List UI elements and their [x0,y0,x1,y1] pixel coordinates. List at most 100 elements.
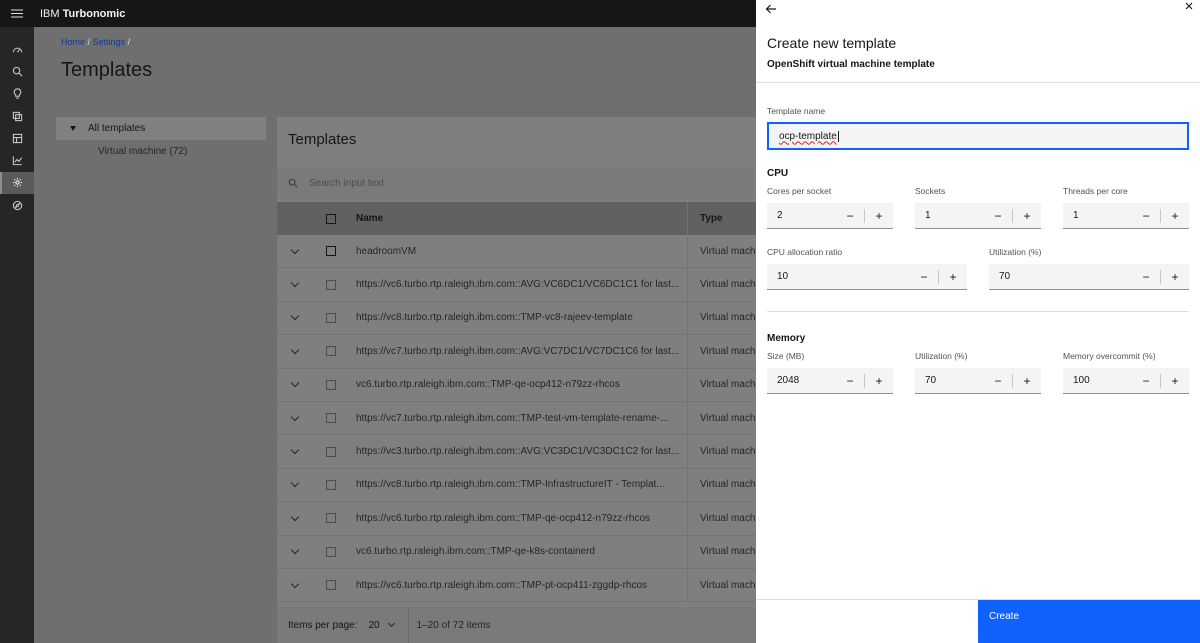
chart-icon[interactable] [0,149,34,171]
decrement-button[interactable]: − [1132,264,1160,290]
expand-row-chevron-icon[interactable] [290,278,300,288]
increment-button[interactable]: + [939,264,967,290]
expand-row-chevron-icon[interactable] [290,579,300,588]
tree-item-all-templates[interactable]: All templates [56,117,266,140]
footer-empty-area [756,600,978,643]
row-name: vc6.turbo.rtp.raleigh.ibm.com::TMP-qe-k8… [356,546,595,558]
expand-row-chevron-icon[interactable] [290,479,300,488]
expand-row-chevron-icon[interactable] [290,545,300,555]
increment-button[interactable]: + [1013,203,1041,229]
table-row[interactable]: headroomVM Virtual machine [277,235,767,269]
decrement-button[interactable]: − [984,368,1012,394]
expand-row-chevron-icon[interactable] [290,245,300,254]
increment-button[interactable]: + [1161,368,1189,394]
panel-title: Create new template [767,35,897,51]
create-button[interactable]: Create [978,600,1200,643]
search-input[interactable]: Search input text [277,167,755,199]
row-checkbox[interactable] [326,279,336,290]
table-row[interactable]: vc6.turbo.rtp.raleigh.ibm.com::TMP-qe-k8… [277,535,767,569]
table-row[interactable]: https://vc6.turbo.rtp.raleigh.ibm.com::T… [277,568,767,603]
expand-row-chevron-icon[interactable] [290,445,300,455]
template-name-input[interactable]: ocp-template [767,122,1189,150]
breadcrumb-home[interactable]: Home [61,37,85,47]
search-icon[interactable] [0,60,34,82]
column-header-name[interactable]: Name [349,213,687,224]
expand-row-chevron-icon[interactable] [290,412,300,421]
page-title: Templates [61,59,153,81]
memory-overcommit-stepper[interactable]: 100 − + [1063,368,1189,394]
memory-utilization-label: Utilization (%) [915,351,968,361]
table-row[interactable]: https://vc7.turbo.rtp.raleigh.ibm.com::A… [277,335,767,369]
section-divider [767,311,1189,312]
row-name: https://vc8.turbo.rtp.raleigh.ibm.com::T… [356,479,665,491]
back-arrow-icon[interactable] [764,2,778,16]
cpu-heading: CPU [767,168,789,179]
compass-icon[interactable] [0,194,34,216]
breadcrumb-settings[interactable]: Settings [93,37,126,47]
table-row[interactable]: https://vc7.turbo.rtp.raleigh.ibm.com::T… [277,401,767,436]
template-name-label: Template name [767,106,826,116]
row-checkbox[interactable] [326,346,336,357]
brand-name[interactable]: IBM Turbonomic [40,8,125,20]
row-checkbox[interactable] [326,479,336,490]
expand-row-chevron-icon[interactable] [290,345,300,355]
row-type: Virtual machine [687,301,767,335]
copy-icon[interactable] [0,105,34,127]
decrement-button[interactable]: − [1132,203,1160,229]
decrement-button[interactable]: − [910,264,938,290]
row-checkbox[interactable] [326,513,336,524]
search-icon [288,178,298,188]
dashboard-icon[interactable] [0,38,34,60]
increment-button[interactable]: + [865,368,893,394]
menu-icon[interactable] [0,0,34,27]
increment-button[interactable]: + [1013,368,1041,394]
table-row[interactable]: https://vc8.turbo.rtp.raleigh.ibm.com::T… [277,301,767,336]
panel-divider [756,82,1200,83]
select-all-checkbox[interactable] [326,213,336,224]
table-row[interactable]: https://vc3.turbo.rtp.raleigh.ibm.com::A… [277,435,767,469]
table-icon[interactable] [0,127,34,149]
row-name: https://vc6.turbo.rtp.raleigh.ibm.com::T… [356,579,648,591]
items-per-page-select[interactable]: 20 [368,620,395,631]
sockets-label: Sockets [915,186,946,196]
row-name: https://vc6.turbo.rtp.raleigh.ibm.com::A… [356,279,680,291]
cpu-allocation-ratio-stepper[interactable]: 10 − + [767,264,967,290]
memory-heading: Memory [767,333,806,344]
memory-size-stepper[interactable]: 2048 − + [767,368,893,394]
close-icon[interactable] [1183,0,1195,12]
expand-row-chevron-icon[interactable] [290,512,300,522]
gear-icon[interactable] [0,171,34,195]
row-checkbox[interactable] [326,546,336,557]
table-row[interactable]: https://vc6.turbo.rtp.raleigh.ibm.com::T… [277,502,767,536]
increment-button[interactable]: + [865,203,893,229]
decrement-button[interactable]: − [836,203,864,229]
row-checkbox[interactable] [326,379,336,390]
cpu-utilization-stepper[interactable]: 70 − + [989,264,1189,290]
decrement-button[interactable]: − [1132,368,1160,394]
memory-utilization-stepper[interactable]: 70 − + [915,368,1041,394]
row-checkbox[interactable] [326,413,336,424]
increment-button[interactable]: + [1161,264,1189,290]
table-row[interactable]: vc6.turbo.rtp.raleigh.ibm.com::TMP-qe-oc… [277,368,767,402]
caret-down-icon[interactable] [70,126,76,131]
row-checkbox[interactable] [326,246,336,257]
row-checkbox[interactable] [326,580,336,591]
table-row[interactable]: https://vc8.turbo.rtp.raleigh.ibm.com::T… [277,468,767,503]
increment-button[interactable]: + [1161,203,1189,229]
cores-per-socket-stepper[interactable]: 2 − + [767,203,893,229]
row-name: https://vc7.turbo.rtp.raleigh.ibm.com::T… [356,412,669,424]
expand-row-chevron-icon[interactable] [290,312,300,321]
threads-per-core-stepper[interactable]: 1 − + [1063,203,1189,229]
expand-row-chevron-icon[interactable] [290,379,300,388]
tree-item-virtual-machine[interactable]: Virtual machine (72) [56,140,266,162]
memory-size-label: Size (MB) [767,351,805,361]
sockets-stepper[interactable]: 1 − + [915,203,1041,229]
row-checkbox[interactable] [326,312,336,323]
lightbulb-icon[interactable] [0,83,34,105]
row-name: https://vc8.turbo.rtp.raleigh.ibm.com::T… [356,312,633,324]
table-row[interactable]: https://vc6.turbo.rtp.raleigh.ibm.com::A… [277,268,767,302]
decrement-button[interactable]: − [836,368,864,394]
row-checkbox[interactable] [326,446,336,457]
decrement-button[interactable]: − [984,203,1012,229]
column-header-type[interactable]: Type [687,202,767,235]
